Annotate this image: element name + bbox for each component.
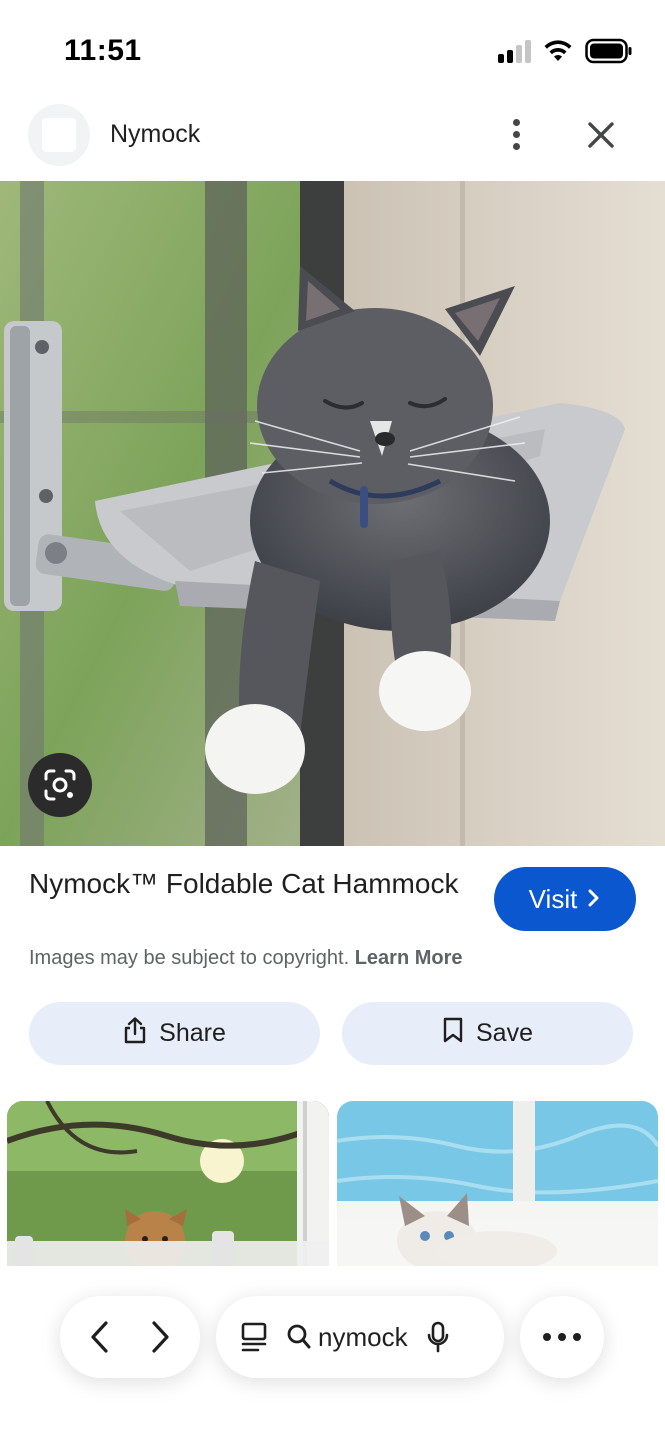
chevron-right-icon [587, 884, 601, 915]
back-forward-pill [60, 1296, 200, 1378]
copyright-notice: Images may be subject to copyright. Lear… [29, 947, 463, 970]
main-product-image[interactable] [0, 181, 665, 846]
bookmark-icon [442, 1016, 464, 1051]
tabs-icon[interactable] [240, 1321, 268, 1353]
close-icon[interactable] [580, 114, 622, 156]
back-icon[interactable] [87, 1319, 113, 1355]
related-image-thumbnail[interactable] [337, 1101, 658, 1266]
image-viewer-header: Nymock [0, 100, 665, 180]
related-image-thumbnail[interactable] [7, 1101, 329, 1266]
wifi-icon [543, 39, 573, 63]
cellular-signal-icon [498, 39, 531, 63]
search-query[interactable]: nymock [318, 1322, 408, 1353]
favicon-placeholder [42, 118, 76, 152]
share-label: Share [159, 1019, 226, 1047]
site-name[interactable]: Nymock [110, 120, 200, 149]
share-button[interactable]: Share [29, 1002, 320, 1065]
save-label: Save [476, 1019, 533, 1047]
search-pill[interactable]: nymock [216, 1296, 504, 1378]
more-vert-icon[interactable] [498, 114, 534, 154]
forward-icon[interactable] [147, 1319, 173, 1355]
microphone-icon[interactable] [426, 1320, 450, 1354]
status-time: 11:51 [64, 34, 142, 67]
status-icons [498, 38, 633, 64]
share-icon [123, 1016, 147, 1051]
visit-button[interactable]: Visit [494, 867, 636, 931]
search-icon [286, 1323, 312, 1351]
status-bar: 11:51 [0, 0, 665, 100]
visit-label: Visit [528, 883, 578, 914]
battery-icon [585, 38, 633, 64]
copyright-text: Images may be subject to copyright. [29, 947, 350, 969]
save-button[interactable]: Save [342, 1002, 633, 1065]
result-title[interactable]: Nymock™ Foldable Cat Hammock [29, 866, 459, 902]
site-favicon[interactable] [28, 104, 90, 166]
more-icon[interactable] [520, 1296, 604, 1378]
google-lens-icon[interactable] [28, 753, 92, 817]
learn-more-link[interactable]: Learn More [355, 947, 463, 969]
